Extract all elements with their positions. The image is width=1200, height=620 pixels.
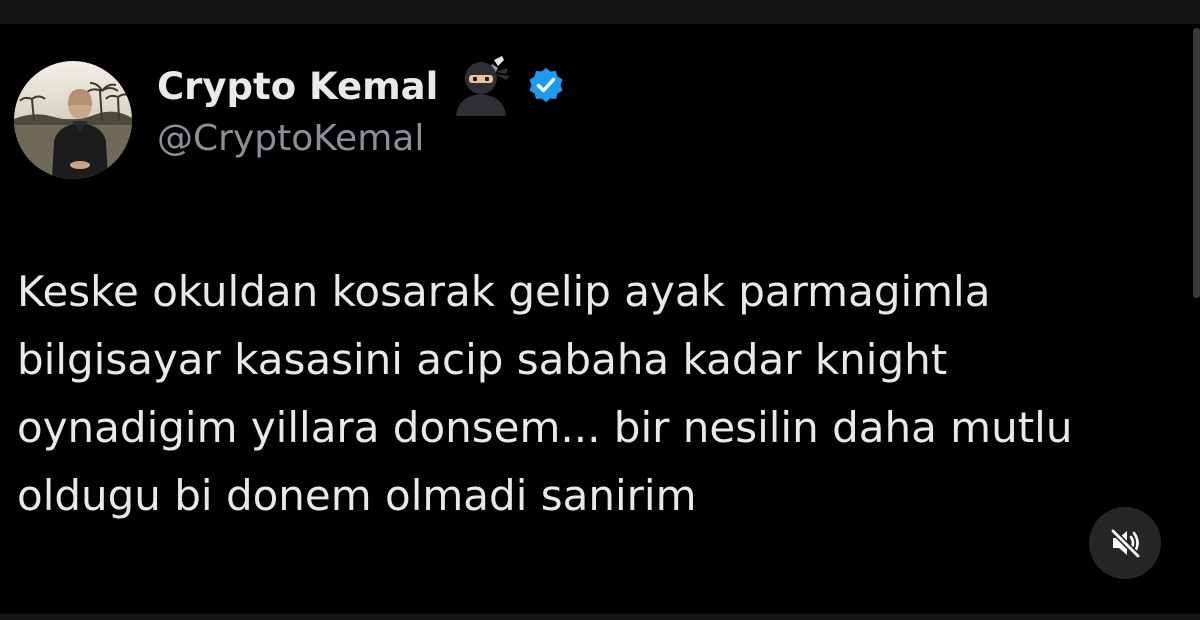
tweet-text-line: Keske okuldan kosarak gelip ayak parmagi… xyxy=(17,267,991,316)
scrollbar[interactable] xyxy=(1193,28,1200,298)
verified-badge-icon xyxy=(526,66,566,106)
tweet-text-line: oldugu bi donem olmadi sanirim xyxy=(17,471,697,520)
tweet-screenshot: Crypto Kemal @CryptoKemal Keske okuldan … xyxy=(0,0,1200,620)
speaker-muted-icon xyxy=(1110,528,1141,559)
tweet-text: Keske okuldan kosarak gelip ayak parmagi… xyxy=(17,258,1177,530)
avatar[interactable] xyxy=(14,61,132,179)
avatar-photo xyxy=(14,61,132,179)
author-name-row: Crypto Kemal xyxy=(157,56,566,116)
author-handle[interactable]: @CryptoKemal xyxy=(157,118,424,159)
mute-button[interactable] xyxy=(1089,507,1161,579)
tweet-text-line: bilgisayar kasasini acip sabaha kadar kn… xyxy=(17,335,948,384)
tweet-text-line: oynadigim yillara donsem... bir nesilin … xyxy=(17,403,1073,452)
bottom-bar xyxy=(0,614,1200,620)
ninja-icon xyxy=(448,56,514,116)
author-display-name[interactable]: Crypto Kemal xyxy=(157,65,438,108)
top-bar xyxy=(0,0,1200,24)
